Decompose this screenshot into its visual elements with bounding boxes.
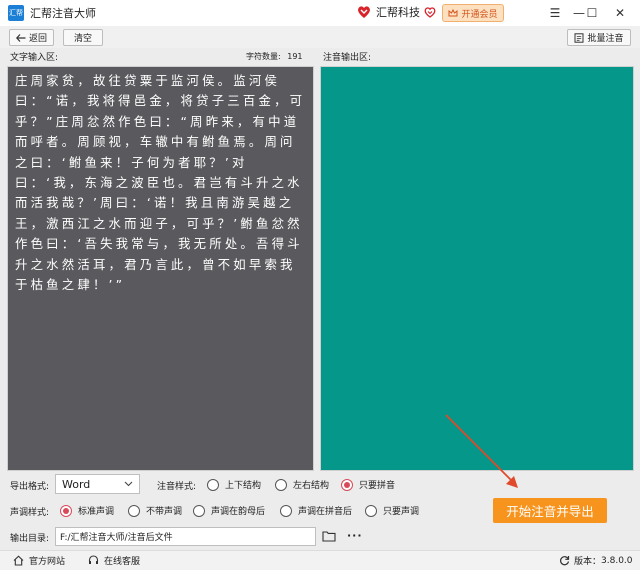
- brand-name: 汇帮科技: [376, 6, 420, 19]
- radio-icon: [128, 504, 140, 517]
- tone-option-after-pinyin[interactable]: 声调在拼音后: [280, 504, 352, 517]
- start-label: 开始注音并导出: [506, 504, 594, 519]
- export-format-value: Word: [62, 477, 91, 491]
- batch-annotate-button[interactable]: 批量注音: [567, 29, 631, 46]
- style-option-label: 上下结构: [225, 481, 262, 491]
- tone-option-label: 声调在韵母后: [211, 507, 266, 517]
- radio-selected-icon: [341, 478, 353, 491]
- close-button[interactable]: ✕: [606, 0, 634, 26]
- tone-option-none[interactable]: 不带声调: [128, 504, 182, 517]
- brand: 汇帮科技: [356, 4, 437, 20]
- radio-icon: [207, 478, 219, 491]
- start-annotate-export-button[interactable]: 开始注音并导出: [493, 498, 607, 523]
- radio-icon: [280, 504, 292, 517]
- output-dir-label: 输出目录:: [10, 534, 50, 544]
- char-count-label: 字符数量:: [246, 52, 281, 61]
- clear-label: 清空: [73, 34, 92, 44]
- version-info: 版本： 3.8.0.0: [559, 554, 633, 567]
- home-icon: [13, 555, 24, 566]
- clear-button[interactable]: 清空: [63, 29, 103, 46]
- style-option-label: 左右结构: [293, 481, 330, 491]
- document-icon: [574, 32, 584, 43]
- website-label: 官方网站: [29, 557, 66, 567]
- app-title: 汇帮注音大师: [30, 7, 96, 20]
- style-option-left-right[interactable]: 左右结构: [275, 478, 329, 491]
- tone-option-after-final[interactable]: 声调在韵母后: [193, 504, 265, 517]
- crown-icon: [448, 8, 458, 17]
- vip-button[interactable]: 开通会员: [442, 4, 504, 22]
- radio-icon: [193, 504, 205, 517]
- support-label: 在线客服: [104, 557, 141, 567]
- char-count: 字符数量: 191: [246, 51, 303, 62]
- tone-option-label: 不带声调: [146, 507, 183, 517]
- export-format-select[interactable]: Word: [55, 474, 140, 494]
- back-button[interactable]: 返回: [9, 29, 54, 46]
- tone-style-label: 声调样式:: [10, 508, 50, 518]
- tone-option-standard[interactable]: 标准声调: [60, 504, 114, 517]
- refresh-icon[interactable]: [559, 555, 570, 566]
- app-logo: 汇帮: [8, 5, 24, 21]
- export-format-label: 导出格式:: [10, 482, 50, 492]
- input-text[interactable]: 庄周家贫，故往贷粟于监河侯。监河侯曰：“诺，我将得邑金，将贷子三百金，可乎？”庄…: [8, 67, 313, 295]
- headset-icon: [88, 555, 99, 564]
- tone-option-label: 只要声调: [383, 507, 420, 517]
- back-arrow-icon: [15, 33, 26, 42]
- title-bar: 汇帮 汇帮注音大师 汇帮科技 开通会员 ☰ — ☐ ✕: [0, 0, 640, 26]
- output-area-label: 注音输出区:: [323, 53, 372, 63]
- brand-logo-icon: [358, 6, 370, 18]
- tone-option-label: 声调在拼音后: [298, 507, 353, 517]
- chevron-down-icon: [124, 481, 133, 487]
- tone-option-tone-only[interactable]: 只要声调: [365, 504, 419, 517]
- char-count-value: 191: [287, 52, 303, 61]
- online-support-link[interactable]: 在线客服: [88, 554, 140, 567]
- tone-option-label: 标准声调: [78, 507, 115, 517]
- version-value: 3.8.0.0: [601, 555, 633, 566]
- official-website-link[interactable]: 官方网站: [13, 554, 65, 567]
- back-label: 返回: [28, 34, 47, 44]
- output-dir-value: F:/汇帮注音大师/注音后文件: [60, 533, 173, 543]
- text-input-area[interactable]: 庄周家贫，故往贷粟于监河侯。监河侯曰：“诺，我将得邑金，将贷子三百金，可乎？”庄…: [7, 66, 314, 471]
- heart-icon[interactable]: [423, 5, 437, 19]
- batch-annotate-label: 批量注音: [587, 34, 624, 44]
- annotation-style-label: 注音样式:: [157, 482, 197, 492]
- radio-icon: [365, 504, 377, 517]
- input-area-label: 文字输入区:: [10, 53, 59, 63]
- folder-icon[interactable]: [322, 530, 336, 542]
- pinyin-output-area[interactable]: [320, 66, 634, 471]
- style-option-top-bottom[interactable]: 上下结构: [207, 478, 261, 491]
- radio-icon: [275, 478, 287, 491]
- vip-label: 开通会员: [461, 9, 498, 20]
- style-option-pinyin-only[interactable]: 只要拼音: [341, 478, 395, 491]
- version-label: 版本：: [574, 557, 602, 567]
- toolbar: 返回 清空 批量注音: [0, 26, 640, 48]
- more-options-button[interactable]: ···: [347, 529, 363, 542]
- app-window: 汇帮 汇帮注音大师 汇帮科技 开通会员 ☰ — ☐ ✕ 返回 清空 批量注音 文…: [0, 0, 640, 570]
- style-option-label: 只要拼音: [359, 481, 396, 491]
- maximize-button[interactable]: ☐: [578, 0, 606, 26]
- radio-selected-icon: [60, 504, 72, 517]
- output-dir-field[interactable]: F:/汇帮注音大师/注音后文件: [55, 527, 316, 546]
- status-bar: 官方网站 在线客服 版本： 3.8.0.0: [0, 550, 640, 570]
